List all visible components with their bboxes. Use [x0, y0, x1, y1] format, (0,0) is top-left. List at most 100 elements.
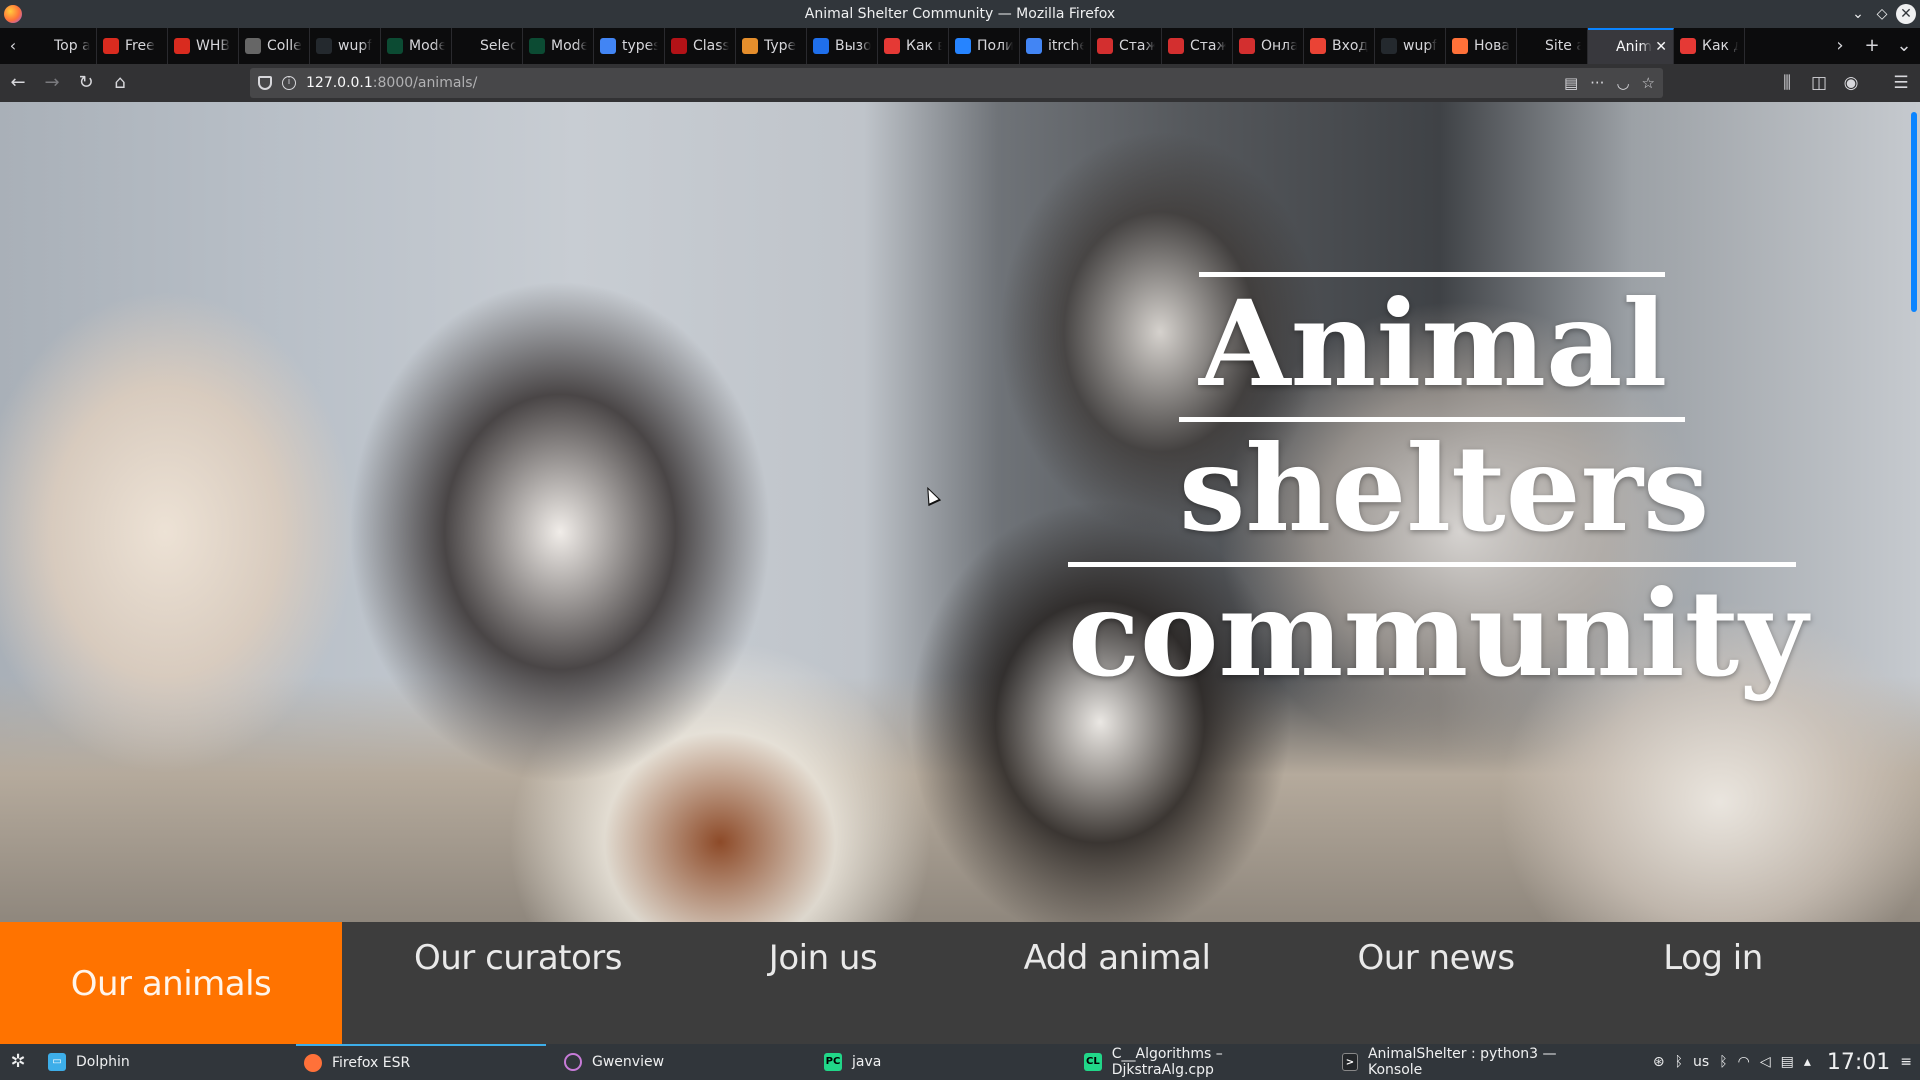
browser-tab[interactable]: wupf — [1375, 28, 1446, 64]
hero-title-line-1: Animal — [1199, 272, 1668, 413]
bluetooth-icon[interactable]: ᛒ — [1675, 1054, 1683, 1070]
jira-icon — [955, 38, 971, 54]
tab-label: Top a — [54, 38, 90, 54]
browser-tab[interactable]: Mode — [381, 28, 452, 64]
tracking-protection-icon[interactable] — [258, 76, 272, 90]
system-tray: ⊛ ᛒ us ᛒ ◠ ◁ ▤ ▴ 17:01 ≡ — [1653, 1044, 1912, 1080]
new-tab-button[interactable]: + — [1856, 28, 1888, 64]
task-clion[interactable]: CL C__Algorithms – DjkstraAlg.cpp — [1076, 1044, 1326, 1080]
site-info-icon[interactable]: i — [282, 76, 296, 90]
tab-label: Type — [764, 38, 797, 54]
task-gwenview[interactable]: Gwenview — [556, 1044, 806, 1080]
page-viewport: Animal shelters community Our animals Ou… — [0, 102, 1920, 1044]
browser-tab[interactable]: Class — [665, 28, 736, 64]
taskbar-menu-icon[interactable]: ≡ — [1900, 1054, 1912, 1070]
browser-tab[interactable]: Top a — [26, 28, 97, 64]
tab-scroll-left-button[interactable]: ‹ — [0, 28, 26, 64]
tray-expand-icon[interactable]: ▴ — [1804, 1054, 1811, 1070]
tab-list: Top a Free WHB Colle wupf Mode Select ar Mode ty… — [26, 28, 1824, 64]
menu-icon[interactable]: ☰ — [1890, 73, 1912, 93]
browser-tab[interactable]: Вход — [1304, 28, 1375, 64]
hero-title-line-3: community — [1068, 562, 1808, 703]
clock[interactable]: 17:01 — [1827, 1050, 1890, 1075]
url-text[interactable]: 127.0.0.1:8000/animals/ — [306, 75, 477, 91]
nav-our-animals[interactable]: Our animals — [0, 922, 342, 1044]
browser-tab[interactable]: Поли — [949, 28, 1020, 64]
window-titlebar: Animal Shelter Community — Mozilla Firef… — [0, 0, 1920, 28]
back-button[interactable]: ← — [2, 68, 34, 98]
app-launcher-icon[interactable]: ✲ — [6, 1050, 30, 1074]
browser-tab[interactable]: wupf — [310, 28, 381, 64]
browser-tab[interactable]: Colle — [239, 28, 310, 64]
browser-tab[interactable]: itrche — [1020, 28, 1091, 64]
browser-tab[interactable]: Стаж — [1162, 28, 1233, 64]
freecodecamp-icon — [174, 38, 190, 54]
reader-view-icon[interactable]: ▤ — [1564, 74, 1578, 92]
browser-tab[interactable]: Select ar — [452, 28, 523, 64]
tab-scroll-right-button[interactable]: › — [1824, 28, 1856, 64]
bluetooth-status-icon[interactable]: ᛒ — [1719, 1054, 1727, 1070]
page-actions-icon[interactable]: ··· — [1590, 74, 1604, 92]
page-scrollbar[interactable] — [1906, 102, 1920, 1044]
mouse-cursor-icon — [920, 483, 942, 507]
account-icon[interactable]: ◉ — [1840, 73, 1862, 93]
browser-tab[interactable]: WHB — [168, 28, 239, 64]
task-konsole[interactable]: > AnimalShelter : python3 — Konsole — [1334, 1044, 1584, 1080]
browser-tab[interactable]: types — [594, 28, 665, 64]
tab-label: Mode — [551, 38, 587, 54]
github-icon — [316, 38, 332, 54]
tab-label: Как д — [1702, 38, 1738, 54]
site-navigation: Our animals Our curators Join us Add ani… — [0, 922, 1920, 1044]
maximize-button[interactable]: ◇ — [1872, 4, 1892, 24]
clipboard-icon[interactable]: ▤ — [1781, 1054, 1794, 1070]
nav-join-us[interactable]: Join us — [742, 922, 904, 1044]
browser-tab[interactable]: Вызо — [807, 28, 878, 64]
task-dolphin[interactable]: ▭ Dolphin — [40, 1044, 290, 1080]
keyboard-layout[interactable]: us — [1693, 1054, 1709, 1070]
browser-tab[interactable]: Нова — [1446, 28, 1517, 64]
library-icon[interactable]: ⫼ — [1776, 73, 1798, 93]
tab-label: Вызо — [835, 38, 871, 54]
task-label: AnimalShelter : python3 — Konsole — [1367, 1046, 1557, 1078]
hero-image-puppies: Animal shelters community — [0, 102, 1920, 922]
browser-tab[interactable]: Онла — [1233, 28, 1304, 64]
flag-icon — [1239, 38, 1255, 54]
nav-our-curators[interactable]: Our curators — [385, 922, 651, 1044]
scrollbar-thumb[interactable] — [1911, 112, 1917, 312]
updates-icon[interactable]: ⊛ — [1653, 1054, 1665, 1070]
nav-our-news[interactable]: Our news — [1336, 922, 1536, 1044]
reload-button[interactable]: ↻ — [70, 68, 102, 98]
browser-tab[interactable]: Anim ✕ — [1588, 28, 1674, 64]
url-bar[interactable]: i 127.0.0.1:8000/animals/ ▤ ··· ◡ ☆ — [250, 68, 1663, 98]
list-all-tabs-button[interactable]: ⌄ — [1888, 28, 1920, 64]
bookmark-star-icon[interactable]: ☆ — [1642, 74, 1655, 92]
sidebar-icon[interactable]: ◫ — [1808, 73, 1830, 93]
browser-tab[interactable]: Mode — [523, 28, 594, 64]
browser-tab[interactable]: Стаж — [1091, 28, 1162, 64]
browser-tab[interactable]: Site adm — [1517, 28, 1588, 64]
browser-tab[interactable]: Как в — [878, 28, 949, 64]
volume-icon[interactable]: ◁ — [1760, 1054, 1771, 1070]
browser-tab[interactable]: Free — [97, 28, 168, 64]
pocket-icon[interactable]: ◡ — [1616, 74, 1629, 92]
minimize-button[interactable]: ⌄ — [1848, 4, 1868, 24]
browser-tab[interactable]: Type — [736, 28, 807, 64]
forward-button[interactable]: → — [36, 68, 68, 98]
close-window-button[interactable]: ✕ — [1896, 4, 1916, 24]
nav-add-animal[interactable]: Add animal — [1012, 922, 1222, 1044]
navigation-toolbar: ← → ↻ ⌂ i 127.0.0.1:8000/animals/ ▤ ··· … — [0, 64, 1920, 102]
tab-label: Стаж — [1119, 38, 1155, 54]
google-icon — [600, 38, 616, 54]
close-tab-icon[interactable]: ✕ — [1655, 39, 1667, 55]
browser-tab[interactable]: Как д — [1674, 28, 1745, 64]
django-icon — [529, 38, 545, 54]
tab-label: Class — [693, 38, 729, 54]
wifi-icon[interactable]: ◠ — [1738, 1054, 1750, 1070]
home-button[interactable]: ⌂ — [104, 68, 136, 98]
task-firefox[interactable]: Firefox ESR — [296, 1044, 546, 1080]
os-icon — [1680, 38, 1696, 54]
tab-label: WHB — [196, 38, 230, 54]
task-label: C__Algorithms – DjkstraAlg.cpp — [1111, 1046, 1223, 1078]
nav-log-in[interactable]: Log in — [1646, 922, 1780, 1044]
task-java[interactable]: PC java — [816, 1044, 1066, 1080]
